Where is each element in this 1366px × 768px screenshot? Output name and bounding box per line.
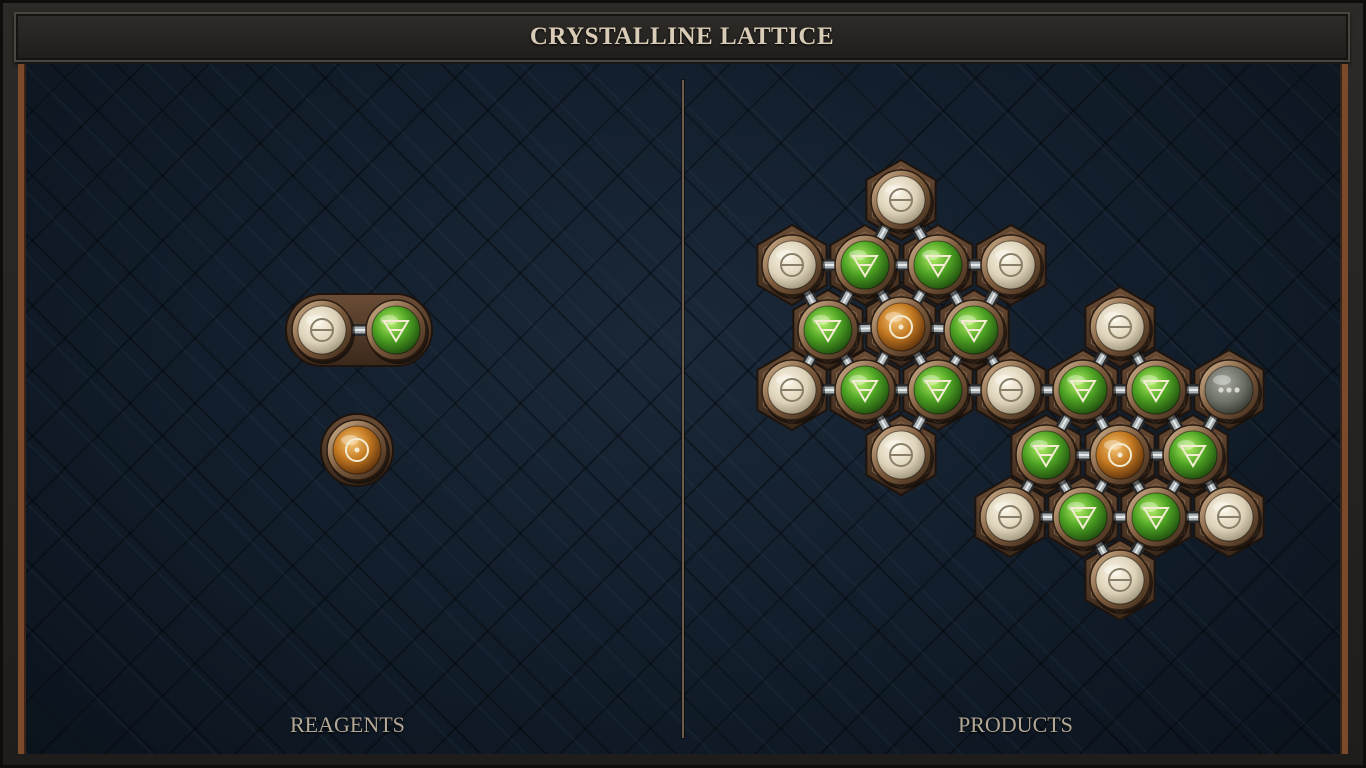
molecule-scene xyxy=(285,158,1265,622)
quintessence-icon-dot xyxy=(1218,387,1224,393)
products-label: PRODUCTS xyxy=(958,712,1073,737)
quintessence-icon-dot xyxy=(1226,387,1232,393)
reagents-label: REAGENTS xyxy=(290,712,405,737)
gold-icon-dot xyxy=(1117,452,1123,458)
gold-icon-dot xyxy=(898,324,904,330)
atom-highlight xyxy=(1213,375,1231,385)
quintessence-icon-dot xyxy=(1234,387,1240,393)
gold-icon-dot xyxy=(354,447,360,453)
